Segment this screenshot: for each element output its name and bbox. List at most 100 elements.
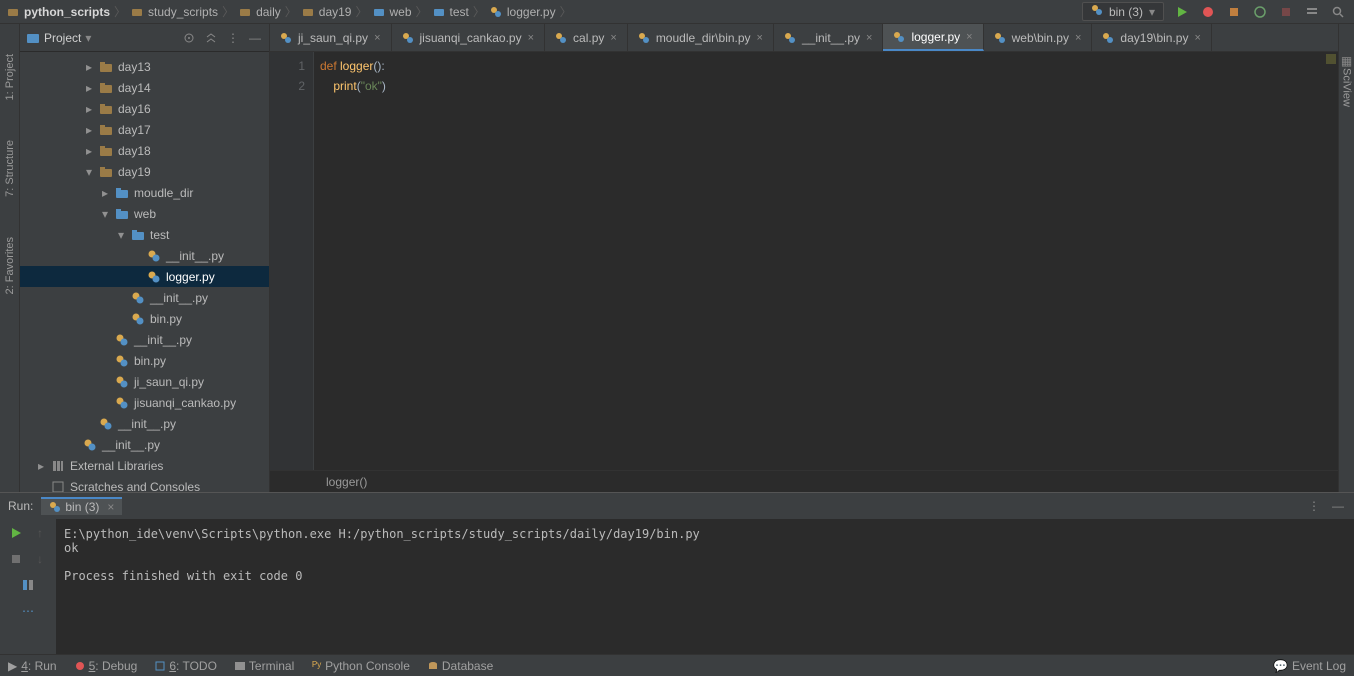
close-icon[interactable]: × (1075, 32, 1081, 44)
expand-arrow-icon[interactable]: ▸ (84, 60, 94, 74)
hide-icon[interactable]: — (1330, 498, 1346, 514)
locate-icon[interactable] (181, 30, 197, 46)
grid-icon[interactable]: ▦ (1341, 54, 1352, 68)
stop-button[interactable] (1278, 4, 1294, 20)
close-icon[interactable]: × (757, 32, 763, 44)
close-icon[interactable]: × (610, 32, 616, 44)
stop-button[interactable] (8, 551, 24, 567)
editor-tab[interactable]: ji_saun_qi.py× (270, 24, 392, 51)
tool-window-button[interactable]: 1: Project (4, 54, 16, 100)
breadcrumb-segment[interactable]: 〉 day19 (285, 3, 352, 20)
run-coverage-button[interactable] (1226, 4, 1242, 20)
expand-arrow-icon[interactable]: ▸ (84, 123, 94, 137)
tree-item[interactable]: Scratches and Consoles (20, 476, 269, 492)
tree-item[interactable]: ▸day17 (20, 119, 269, 140)
up-button[interactable]: ↑ (32, 525, 48, 541)
breadcrumb-segment[interactable]: 〉 test (416, 3, 469, 20)
debug-button[interactable] (1200, 4, 1216, 20)
tree-item[interactable]: ▸day14 (20, 77, 269, 98)
python-console-tool-button[interactable]: ᴾʸ Python Console (312, 659, 410, 673)
expand-arrow-icon[interactable]: ▸ (36, 459, 46, 473)
tree-item[interactable]: __init__.py (20, 245, 269, 266)
tree-item[interactable]: __init__.py (20, 434, 269, 455)
expand-arrow-icon[interactable]: ▸ (84, 81, 94, 95)
event-log-button[interactable]: 💬 Event Log (1273, 659, 1346, 673)
breadcrumb-segment[interactable]: 〉 web (355, 3, 411, 20)
close-icon[interactable]: × (1194, 32, 1200, 44)
more-icon[interactable]: ⋮ (1306, 498, 1322, 514)
hide-icon[interactable]: — (247, 30, 263, 46)
profile-button[interactable] (1252, 4, 1268, 20)
tree-item[interactable]: ▸moudle_dir (20, 182, 269, 203)
tree-item-label: web (134, 207, 156, 221)
tab-label: logger.py (911, 30, 960, 44)
run-configuration-selector[interactable]: bin (3) ▾ (1082, 2, 1164, 21)
editor-tab[interactable]: __init__.py× (774, 24, 883, 51)
code-editor[interactable]: def logger(): print("ok") (314, 52, 1338, 470)
breadcrumb-segment[interactable]: python_scripts (6, 5, 110, 19)
expand-arrow-icon[interactable]: ▾ (100, 207, 110, 221)
close-icon[interactable]: × (966, 31, 972, 43)
collapse-all-icon[interactable] (203, 30, 219, 46)
search-everywhere-button[interactable] (1330, 4, 1346, 20)
file-type-icon (50, 479, 66, 493)
tree-item[interactable]: ▸day18 (20, 140, 269, 161)
tree-item[interactable]: ▾ test (20, 224, 269, 245)
expand-arrow-icon[interactable]: ▸ (84, 144, 94, 158)
breadcrumb-segment[interactable]: 〉 daily (222, 3, 281, 20)
close-icon[interactable]: × (374, 32, 380, 44)
breadcrumb-segment[interactable]: 〉 study_scripts (114, 3, 218, 20)
sciview-tool-button[interactable]: SciView (1341, 68, 1353, 107)
tree-item[interactable]: bin.py (20, 350, 269, 371)
tree-item[interactable]: __init__.py (20, 287, 269, 308)
tree-item[interactable]: __init__.py (20, 329, 269, 350)
tree-item[interactable]: ▾day19 (20, 161, 269, 182)
breadcrumb-segment[interactable]: 〉 logger.py (473, 3, 556, 20)
run-tab[interactable]: bin (3) × (41, 497, 122, 515)
expand-arrow-icon[interactable]: ▸ (84, 102, 94, 116)
project-tree[interactable]: ▸day13▸day14▸day16▸day17▸day18▾day19▸mou… (20, 52, 269, 492)
editor-breadcrumb[interactable]: logger() (270, 470, 1338, 492)
terminal-tool-button[interactable]: Terminal (235, 659, 294, 673)
database-tool-button[interactable]: Database (428, 659, 493, 673)
tree-item[interactable]: ▸day13 (20, 56, 269, 77)
todo-tool-button[interactable]: 6: TODO (155, 659, 217, 673)
settings-icon[interactable]: ⋮ (225, 30, 241, 46)
project-view-selector[interactable]: Project ▾ (26, 31, 91, 45)
tree-item-label: test (150, 228, 169, 242)
editor-tab[interactable]: web\bin.py× (984, 24, 1093, 51)
editor-tab[interactable]: jisuanqi_cankao.py× (392, 24, 546, 51)
down-button[interactable]: ↓ (32, 551, 48, 567)
editor-tab[interactable]: cal.py× (545, 24, 628, 51)
tool-window-button[interactable]: 7: Structure (4, 140, 16, 197)
tree-item[interactable]: logger.py (20, 266, 269, 287)
close-icon[interactable]: × (866, 32, 872, 44)
tree-item[interactable]: __init__.py (20, 413, 269, 434)
editor-tab[interactable]: moudle_dir\bin.py× (628, 24, 774, 51)
project-tool-window: Project ▾ ⋮ — ▸day13▸day14▸day16▸day17▸d… (20, 24, 270, 492)
run-tool-button[interactable]: ▶ 4: Run (8, 659, 57, 673)
expand-arrow-icon[interactable]: ▾ (116, 228, 126, 242)
expand-arrow-icon[interactable]: ▾ (84, 165, 94, 179)
layout-icon[interactable] (20, 577, 36, 593)
editor-tab[interactable]: day19\bin.py× (1092, 24, 1212, 51)
tree-item[interactable]: ▸day16 (20, 98, 269, 119)
editor-tab[interactable]: logger.py × (883, 24, 983, 51)
tree-item[interactable]: ji_saun_qi.py (20, 371, 269, 392)
layout-button[interactable] (1304, 4, 1320, 20)
run-button[interactable] (1174, 4, 1190, 20)
tree-item[interactable]: jisuanqi_cankao.py (20, 392, 269, 413)
tree-item-label: bin.py (134, 354, 166, 368)
tool-window-button[interactable]: 2: Favorites (4, 237, 16, 294)
close-icon[interactable]: × (107, 500, 114, 514)
expand-arrow-icon[interactable]: ▸ (100, 186, 110, 200)
tree-item[interactable]: ▸External Libraries (20, 455, 269, 476)
rerun-button[interactable] (8, 525, 24, 541)
close-icon[interactable]: × (528, 32, 534, 44)
debug-tool-button[interactable]: 5: Debug (75, 659, 138, 673)
run-output[interactable]: E:\python_ide\venv\Scripts\python.exe H:… (56, 519, 1354, 654)
tree-item[interactable]: bin.py (20, 308, 269, 329)
more-horiz-icon[interactable]: ⋯ (20, 603, 36, 619)
left-tool-rail: 1: Project 7: Structure 2: Favorites (0, 24, 20, 492)
tree-item[interactable]: ▾ web (20, 203, 269, 224)
